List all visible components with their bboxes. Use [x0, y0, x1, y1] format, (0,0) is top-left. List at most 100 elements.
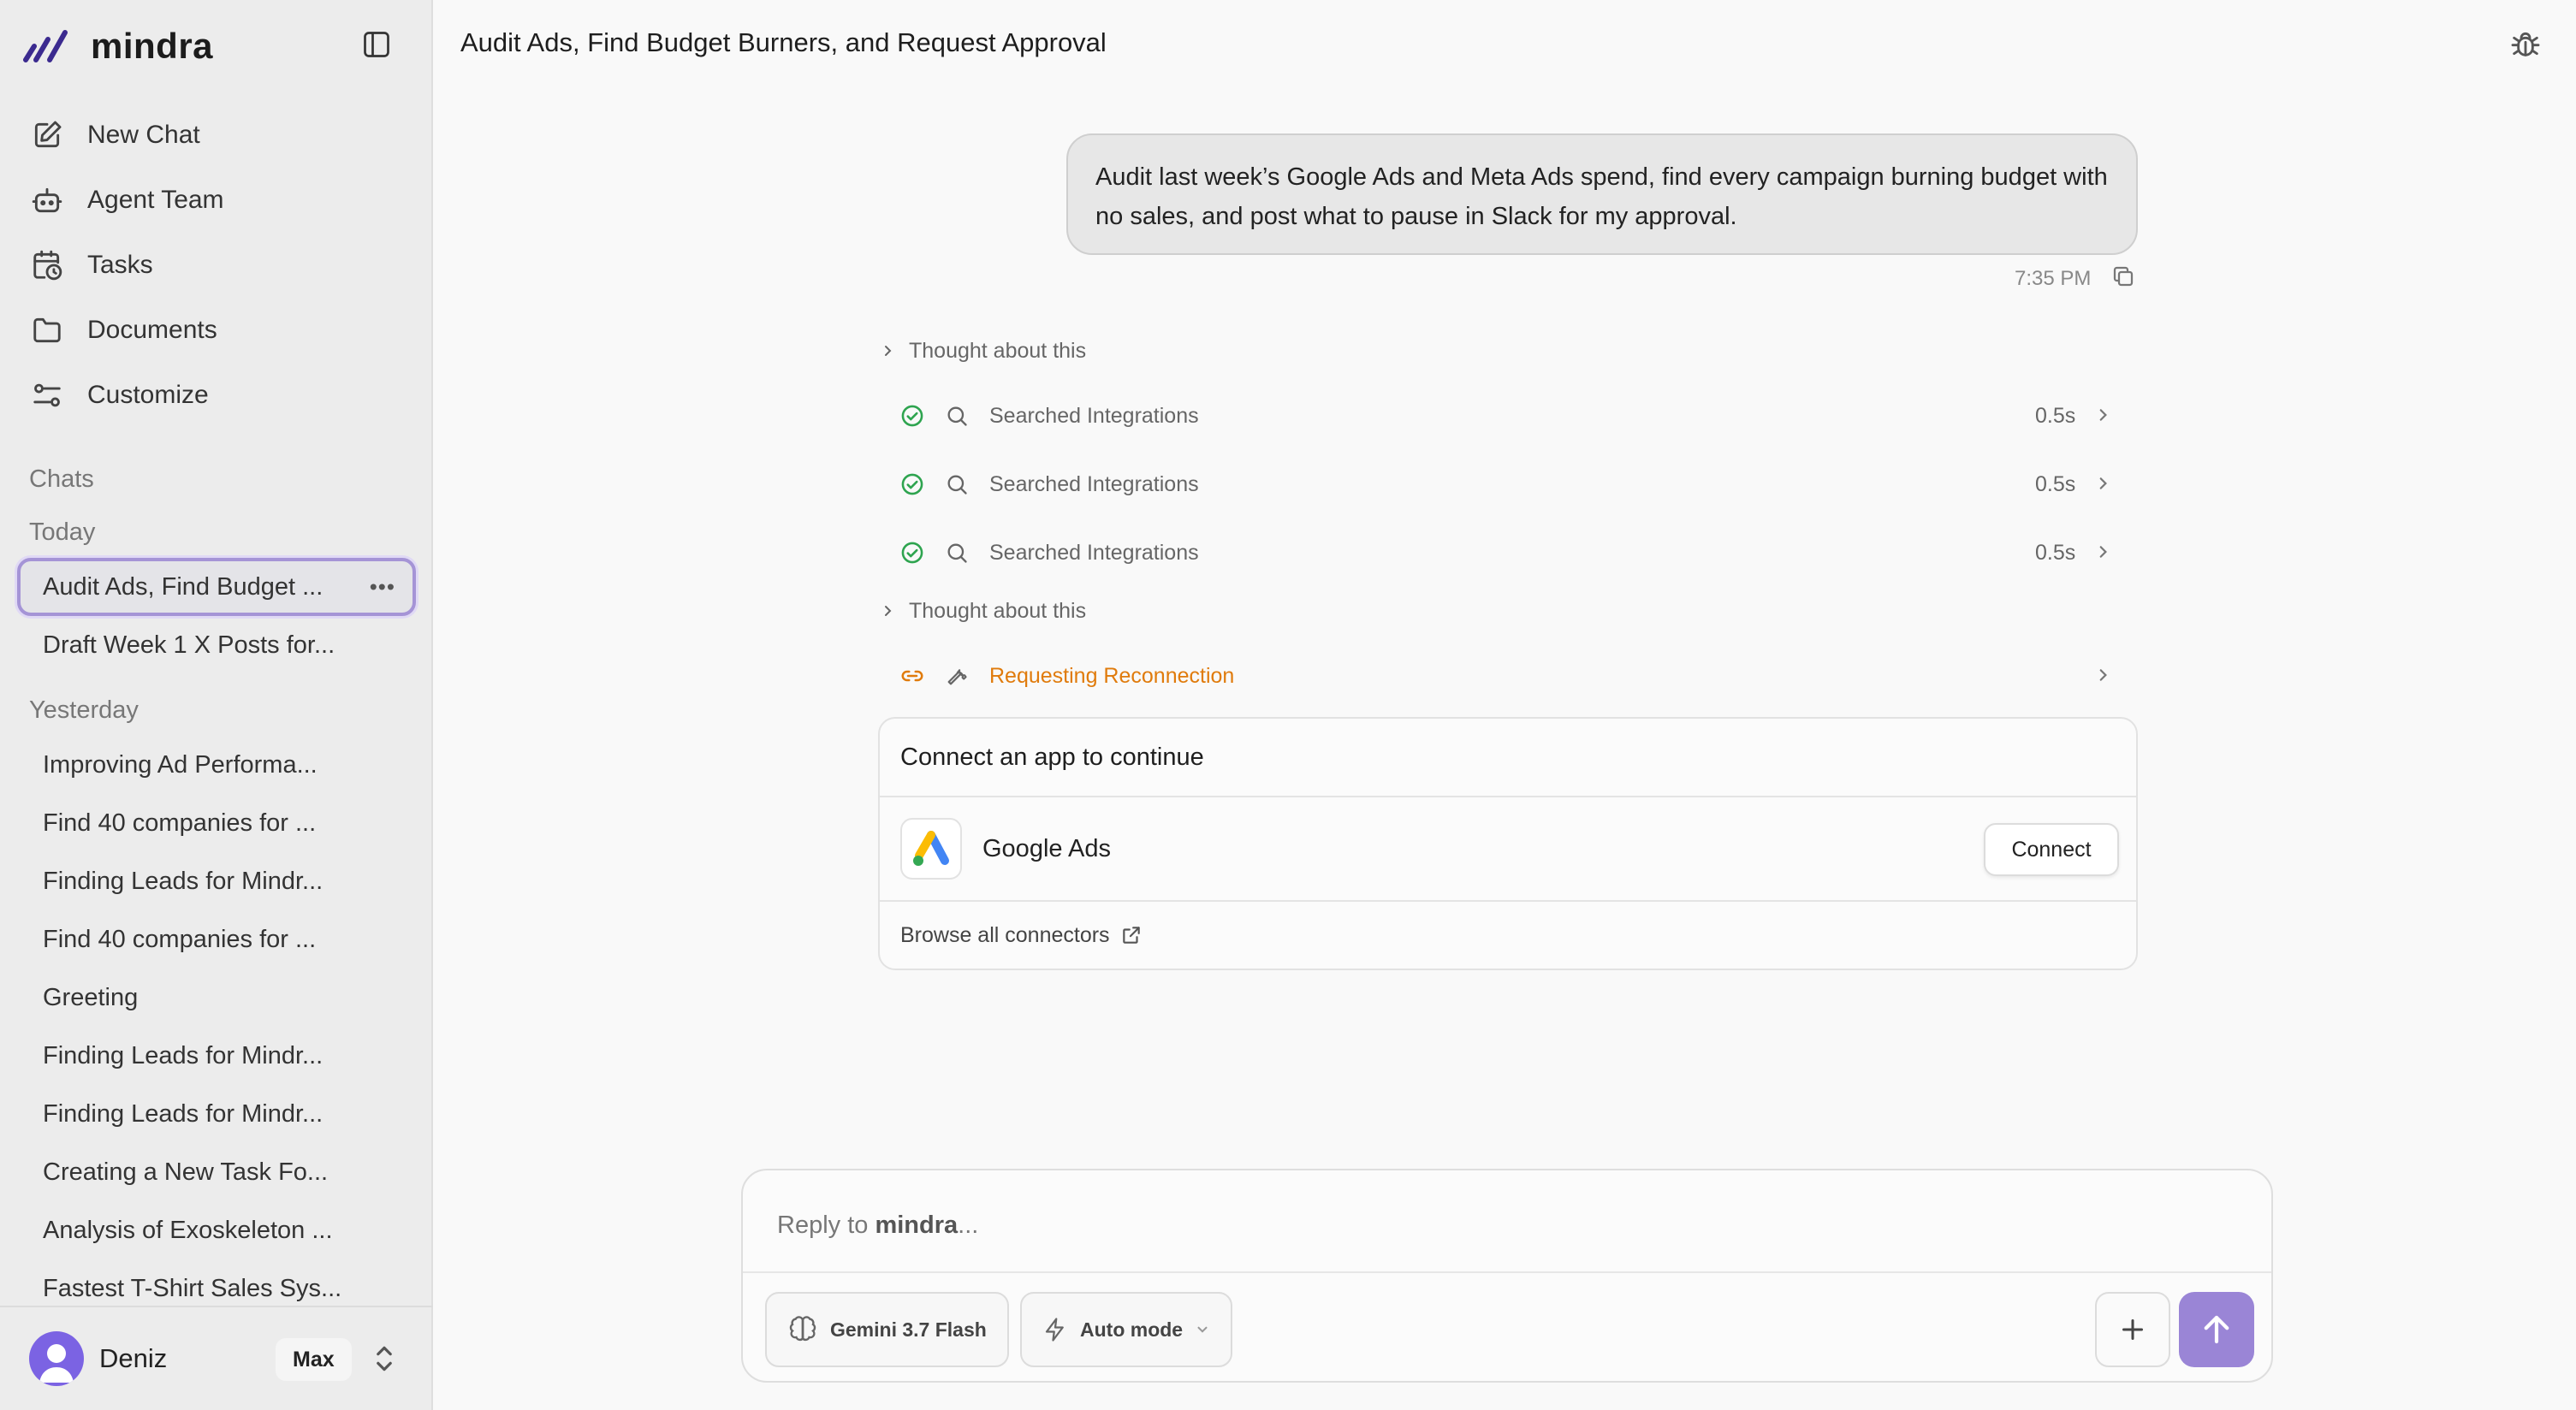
connector-name: Google Ads: [982, 834, 1111, 862]
lightning-icon: [1042, 1317, 1068, 1342]
chat-item[interactable]: Draft Week 1 X Posts for...: [17, 616, 416, 674]
chevron-right-icon: [2095, 472, 2110, 497]
check-circle-icon: [899, 404, 926, 428]
thought-toggle[interactable]: Thought about this: [878, 585, 2138, 637]
more-options-icon[interactable]: •••: [370, 574, 395, 601]
tool-call-row[interactable]: Searched Integrations 0.5s: [878, 390, 2138, 441]
chevron-up-down-icon[interactable]: [373, 1343, 395, 1378]
external-link-icon: [1120, 924, 1143, 946]
chat-title: Improving Ad Performa...: [43, 750, 318, 779]
chat-title: Audit Ads, Find Budget ...: [43, 572, 323, 601]
mindra-logo-icon: [23, 30, 68, 62]
thought-label: Thought about this: [909, 338, 1087, 363]
copy-icon[interactable]: [2110, 264, 2136, 293]
reconnect-row[interactable]: Requesting Reconnection: [878, 650, 2138, 702]
chat-item[interactable]: Find 40 companies for ...: [17, 794, 416, 852]
chat-item[interactable]: Find 40 companies for ...: [17, 910, 416, 969]
connect-app-card: Connect an app to continue Google Ads Co…: [878, 717, 2138, 970]
bug-report-icon[interactable]: [2506, 24, 2545, 63]
chevron-right-icon: [878, 604, 897, 618]
calendar-clock-icon: [29, 247, 65, 283]
chat-title: Finding Leads for Mindr...: [43, 1041, 323, 1069]
tool-call-duration: 0.5s: [2035, 471, 2076, 496]
chat-title: Creating a New Task Fo...: [43, 1158, 329, 1186]
chat-title: Greeting: [43, 983, 139, 1011]
nav-label: Customize: [87, 381, 209, 409]
tool-call-label: Searched Integrations: [989, 540, 1199, 565]
main-nav: New Chat Agent Team Tasks Documents Cust…: [17, 103, 416, 428]
arrow-up-icon: [2204, 1315, 2229, 1344]
chat-list-yesterday: Improving Ad Performa... Find 40 compani…: [17, 736, 416, 1318]
nav-label: Documents: [87, 316, 217, 344]
connector-row: Google Ads Connect: [880, 797, 2136, 902]
tool-call-row[interactable]: Searched Integrations 0.5s: [878, 527, 2138, 578]
chat-item[interactable]: Greeting: [17, 969, 416, 1027]
chat-item-active[interactable]: Audit Ads, Find Budget ... •••: [17, 558, 416, 616]
nav-agent-team[interactable]: Agent Team: [17, 168, 416, 233]
robot-icon: [29, 182, 65, 218]
user-name: Deniz: [99, 1343, 168, 1373]
model-selector[interactable]: Gemini 3.7 Flash: [765, 1292, 1009, 1367]
brain-icon: [787, 1314, 818, 1345]
wrench-icon: [943, 664, 970, 688]
check-circle-icon: [899, 472, 926, 496]
thought-toggle[interactable]: Thought about this: [878, 325, 2138, 376]
sidebar: mindra New Chat Agent Team Tasks Documen…: [0, 0, 433, 1410]
chat-title: Fastest T-Shirt Sales Sys...: [43, 1274, 342, 1302]
reconnect-label: Requesting Reconnection: [989, 663, 1235, 688]
plan-badge: Max: [276, 1338, 352, 1381]
composer-divider: [743, 1271, 2271, 1273]
chat-item[interactable]: Finding Leads for Mindr...: [17, 852, 416, 910]
chat-item[interactable]: Analysis of Exoskeleton ...: [17, 1201, 416, 1259]
chat-title: Finding Leads for Mindr...: [43, 867, 323, 895]
tool-call-label: Searched Integrations: [989, 471, 1199, 496]
chevron-right-icon: [2095, 664, 2110, 689]
folder-icon: [29, 312, 65, 348]
nav-label: New Chat: [87, 121, 200, 149]
browse-connectors-link[interactable]: Browse all connectors: [880, 902, 2136, 969]
connect-card-heading: Connect an app to continue: [880, 719, 2136, 797]
chevron-right-icon: [2095, 541, 2110, 566]
search-icon: [943, 541, 970, 565]
brand[interactable]: mindra: [22, 22, 213, 70]
nav-tasks[interactable]: Tasks: [17, 233, 416, 298]
chat-list-today: Audit Ads, Find Budget ... ••• Draft Wee…: [17, 558, 416, 674]
message-timestamp: 7:35 PM: [2015, 267, 2092, 290]
sidebar-toggle-icon[interactable]: [358, 26, 395, 63]
nav-label: Tasks: [87, 251, 153, 279]
browse-connectors-label: Browse all connectors: [900, 922, 1110, 947]
chat-title: Analysis of Exoskeleton ...: [43, 1216, 333, 1244]
tool-call-duration: 0.5s: [2035, 540, 2076, 565]
nav-label: Agent Team: [87, 186, 224, 214]
chat-item[interactable]: Finding Leads for Mindr...: [17, 1085, 416, 1143]
model-label: Gemini 3.7 Flash: [830, 1318, 987, 1341]
composer: Reply to mindra... Gemini 3.7 Flash Auto…: [741, 1169, 2273, 1383]
plus-icon: [2122, 1319, 2143, 1340]
placeholder-prefix: Reply to: [777, 1212, 875, 1239]
placeholder-assistant-name: mindra: [875, 1212, 959, 1239]
chat-item[interactable]: Finding Leads for Mindr...: [17, 1027, 416, 1085]
brand-name: mindra: [91, 26, 214, 66]
nav-customize[interactable]: Customize: [17, 363, 416, 428]
mode-label: Auto mode: [1080, 1318, 1184, 1341]
chat-item[interactable]: Improving Ad Performa...: [17, 736, 416, 794]
add-attachment-button[interactable]: [2095, 1292, 2170, 1367]
search-icon: [943, 472, 970, 496]
nav-documents[interactable]: Documents: [17, 298, 416, 363]
chat-title: Find 40 companies for ...: [43, 925, 317, 953]
user-menu[interactable]: Deniz Max: [0, 1306, 433, 1410]
today-heading: Today: [29, 518, 96, 546]
chevron-right-icon: [878, 344, 897, 358]
page-title: Audit Ads, Find Budget Burners, and Requ…: [460, 27, 1107, 57]
chat-item[interactable]: Creating a New Task Fo...: [17, 1143, 416, 1201]
chats-heading: Chats: [29, 465, 94, 493]
check-circle-icon: [899, 541, 926, 565]
nav-new-chat[interactable]: New Chat: [17, 103, 416, 168]
send-button[interactable]: [2179, 1292, 2254, 1367]
mode-selector[interactable]: Auto mode: [1020, 1292, 1233, 1367]
avatar: [29, 1331, 84, 1386]
connect-button[interactable]: Connect: [1984, 823, 2119, 876]
tool-call-row[interactable]: Searched Integrations 0.5s: [878, 459, 2138, 510]
tool-call-label: Searched Integrations: [989, 403, 1199, 428]
reply-input[interactable]: Reply to mindra...: [777, 1212, 978, 1240]
